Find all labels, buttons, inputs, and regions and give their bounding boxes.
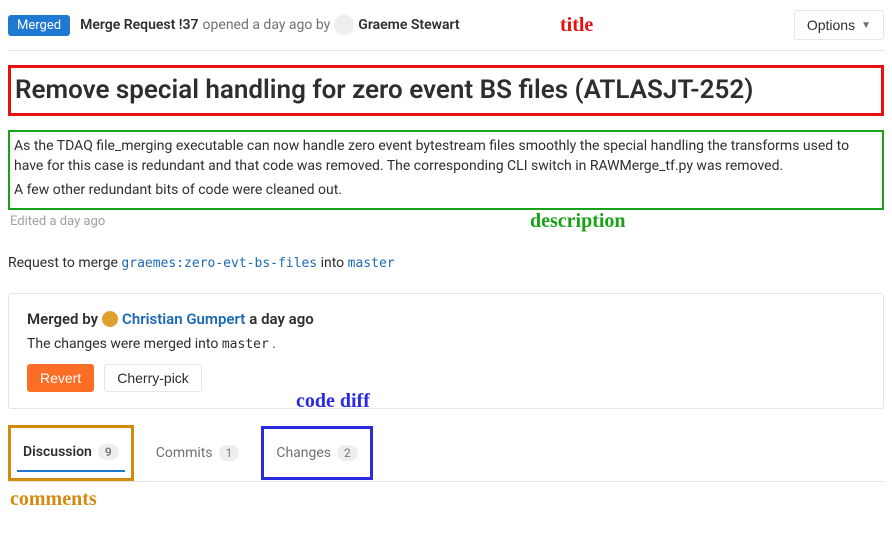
tab-discussion-label: Discussion bbox=[23, 444, 92, 460]
chevron-down-icon: ▼ bbox=[861, 20, 871, 31]
options-label: Options bbox=[807, 17, 855, 33]
tab-commits-count: 1 bbox=[219, 445, 240, 461]
merger-avatar-icon bbox=[102, 311, 118, 327]
status-badge: Merged bbox=[8, 15, 70, 36]
tabs: Discussion 9 Commits 1 Changes 2 bbox=[8, 425, 884, 482]
tab-changes[interactable]: Changes 2 bbox=[270, 435, 363, 471]
mr-header: Merged Merge Request !37 opened a day ag… bbox=[8, 8, 884, 51]
tab-commits[interactable]: Commits 1 bbox=[150, 435, 246, 471]
merged-actions: Revert Cherry-pick bbox=[27, 364, 865, 392]
changes-highlight-box: Changes 2 bbox=[261, 426, 372, 480]
merge-source-target: Request to merge graemes:zero-evt-bs-fil… bbox=[8, 255, 884, 271]
tab-discussion-count: 9 bbox=[98, 444, 119, 460]
merged-sub-suffix: . bbox=[272, 336, 276, 352]
author-name[interactable]: Graeme Stewart bbox=[358, 17, 459, 33]
merged-sub-branch: master bbox=[222, 337, 269, 352]
merge-prefix: Request to merge bbox=[8, 255, 118, 271]
edited-timestamp: Edited a day ago bbox=[8, 214, 884, 229]
mr-meta: Merge Request !37 opened a day ago by Gr… bbox=[80, 15, 794, 35]
description-paragraph-1: As the TDAQ file_merging executable can … bbox=[14, 136, 878, 177]
description-paragraph-2: A few other redundant bits of code were … bbox=[14, 180, 878, 200]
merged-by-label: Merged by bbox=[27, 310, 98, 328]
description-highlight-box: As the TDAQ file_merging executable can … bbox=[8, 130, 884, 211]
merged-when: a day ago bbox=[249, 310, 313, 328]
revert-button[interactable]: Revert bbox=[27, 364, 94, 392]
merged-status-box: Merged by Christian Gumpert a day ago Th… bbox=[8, 293, 884, 409]
merged-by-line: Merged by Christian Gumpert a day ago bbox=[27, 310, 865, 328]
discussion-highlight-box: Discussion 9 bbox=[8, 425, 134, 481]
tab-commits-label: Commits bbox=[156, 445, 213, 461]
tab-changes-count: 2 bbox=[337, 445, 358, 461]
cherry-pick-button[interactable]: Cherry-pick bbox=[104, 364, 202, 392]
annotation-comments: comments bbox=[10, 488, 97, 511]
into-text: into bbox=[321, 255, 345, 271]
tab-discussion[interactable]: Discussion 9 bbox=[17, 434, 125, 472]
merger-user-link[interactable]: Christian Gumpert bbox=[122, 310, 245, 328]
opened-text: opened a day ago by bbox=[203, 17, 331, 33]
target-branch-link[interactable]: master bbox=[348, 256, 395, 271]
source-branch-link[interactable]: zero-evt-bs-files bbox=[184, 256, 317, 271]
title-highlight-box: Remove special handling for zero event B… bbox=[8, 65, 884, 116]
mr-id: Merge Request !37 bbox=[80, 17, 198, 33]
merged-sub-prefix: The changes were merged into bbox=[27, 336, 218, 352]
author-avatar-icon bbox=[334, 15, 354, 35]
source-user-link[interactable]: graemes bbox=[121, 256, 176, 271]
tab-changes-label: Changes bbox=[276, 445, 331, 461]
options-button[interactable]: Options ▼ bbox=[794, 10, 884, 40]
mr-title: Remove special handling for zero event B… bbox=[15, 74, 877, 107]
merged-sub-line: The changes were merged into master . bbox=[27, 336, 865, 352]
